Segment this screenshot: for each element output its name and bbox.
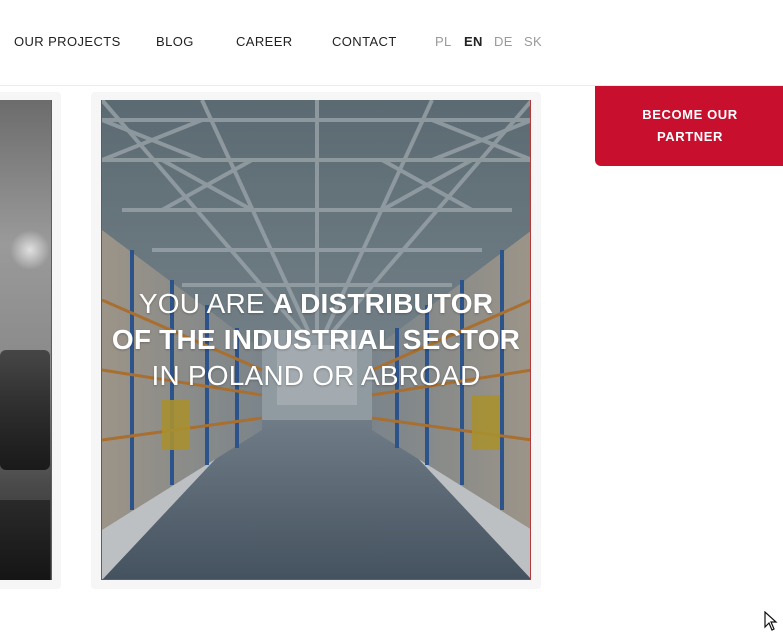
headline-light-3: IN POLAND OR ABROAD <box>151 360 481 391</box>
header: OUR PROJECTS BLOG CAREER CONTACT PL EN D… <box>0 0 783 86</box>
lang-en[interactable]: EN <box>464 34 483 49</box>
headline-line-3: IN POLAND OR ABROAD <box>101 358 531 394</box>
headline-line-2: OF THE INDUSTRIAL SECTOR <box>101 322 531 358</box>
become-partner-button[interactable]: BECOME OUR PARTNER <box>595 86 783 166</box>
headline-line-1: YOU ARE A DISTRIBUTOR <box>101 286 531 322</box>
headline-bold-2: OF THE INDUSTRIAL SECTOR <box>111 324 521 355</box>
nav-career[interactable]: CAREER <box>236 34 293 49</box>
headline-light-1: YOU ARE <box>138 288 273 319</box>
nav-our-projects[interactable]: OUR PROJECTS <box>14 34 121 49</box>
card-headline: YOU ARE A DISTRIBUTOR OF THE INDUSTRIAL … <box>101 286 531 394</box>
nav-contact[interactable]: CONTACT <box>332 34 397 49</box>
mouse-pointer-icon <box>764 611 778 631</box>
image-detail <box>10 230 50 270</box>
nav-blog[interactable]: BLOG <box>156 34 194 49</box>
card-left-image[interactable] <box>0 100 52 580</box>
lang-de[interactable]: DE <box>494 34 513 49</box>
lang-sk[interactable]: SK <box>524 34 542 49</box>
image-detail <box>0 350 50 470</box>
headline-bold-1: A DISTRIBUTOR <box>272 288 494 319</box>
page: OUR PROJECTS BLOG CAREER CONTACT PL EN D… <box>0 0 783 644</box>
image-detail <box>0 500 50 580</box>
become-partner-label: BECOME OUR PARTNER <box>642 107 738 144</box>
lang-pl[interactable]: PL <box>435 34 452 49</box>
